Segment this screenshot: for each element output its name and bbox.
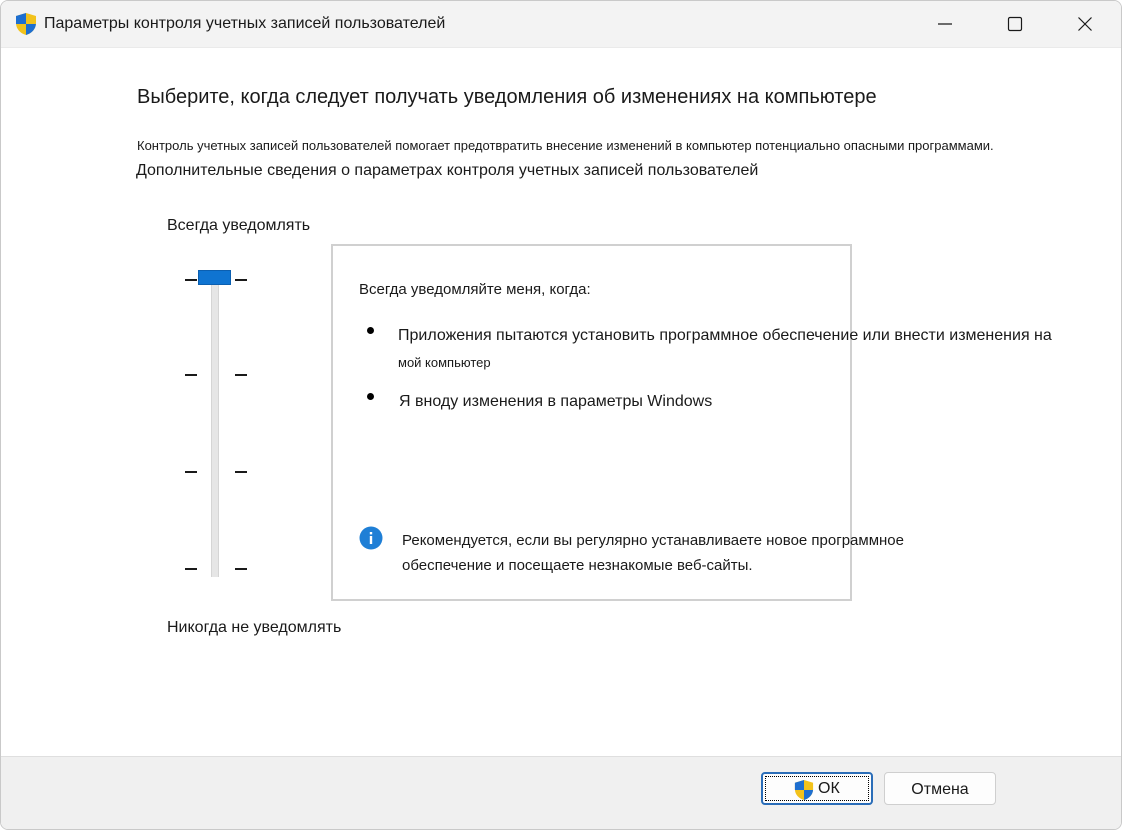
slider-thumb[interactable]: [198, 270, 231, 285]
slider-tick: [235, 568, 247, 570]
bullet-icon: [367, 393, 374, 400]
page-heading: Выберите, когда следует получать уведомл…: [137, 86, 877, 108]
more-info-link[interactable]: Дополнительные сведения о параметрах кон…: [136, 162, 758, 180]
slider-tick: [235, 471, 247, 473]
title-bar: Параметры контроля учетных записей польз…: [1, 1, 1121, 48]
list-item-continuation: мой компьютер: [398, 355, 491, 370]
info-icon: [359, 526, 383, 550]
slider-top-label: Всегда уведомлять: [167, 217, 311, 234]
close-icon: [1078, 17, 1092, 31]
cancel-button-label: Отмена: [911, 781, 969, 798]
cancel-button[interactable]: Отмена: [884, 772, 996, 805]
slider-tick: [185, 471, 197, 473]
uac-settings-window: Параметры контроля учетных записей польз…: [0, 0, 1122, 830]
uac-shield-icon: [16, 13, 36, 35]
description-text: Контроль учетных записей пользователей п…: [137, 138, 994, 153]
maximize-icon: [1007, 16, 1023, 32]
close-button[interactable]: [1050, 1, 1120, 47]
minimize-button[interactable]: [910, 1, 980, 47]
uac-shield-icon: [794, 780, 814, 800]
slider-tick: [185, 374, 197, 376]
panel-title: Всегда уведомляйте меня, когда:: [359, 281, 591, 298]
recommendation-note: Рекомендуется, если вы регулярно устанав…: [402, 532, 904, 549]
bullet-icon: [367, 327, 374, 334]
slider-tick: [235, 374, 247, 376]
slider-tick: [185, 279, 197, 281]
recommendation-note-continuation: обеспечение и посещаете незнакомые веб-с…: [402, 557, 753, 574]
ok-button-label: ОК: [818, 780, 840, 797]
window-title: Параметры контроля учетных записей польз…: [44, 15, 446, 32]
notification-level-slider[interactable]: [181, 263, 253, 583]
ok-button[interactable]: ОК: [761, 772, 873, 805]
minimize-icon: [938, 23, 952, 25]
slider-tick: [235, 279, 247, 281]
maximize-button[interactable]: [980, 1, 1050, 47]
slider-tick: [185, 568, 197, 570]
slider-bottom-label: Никогда не уведомлять: [167, 619, 342, 636]
slider-track[interactable]: [211, 277, 219, 577]
list-item: Приложения пытаются установить программн…: [398, 327, 1052, 344]
list-item: Я вноду изменения в параметры Windows: [399, 393, 713, 410]
